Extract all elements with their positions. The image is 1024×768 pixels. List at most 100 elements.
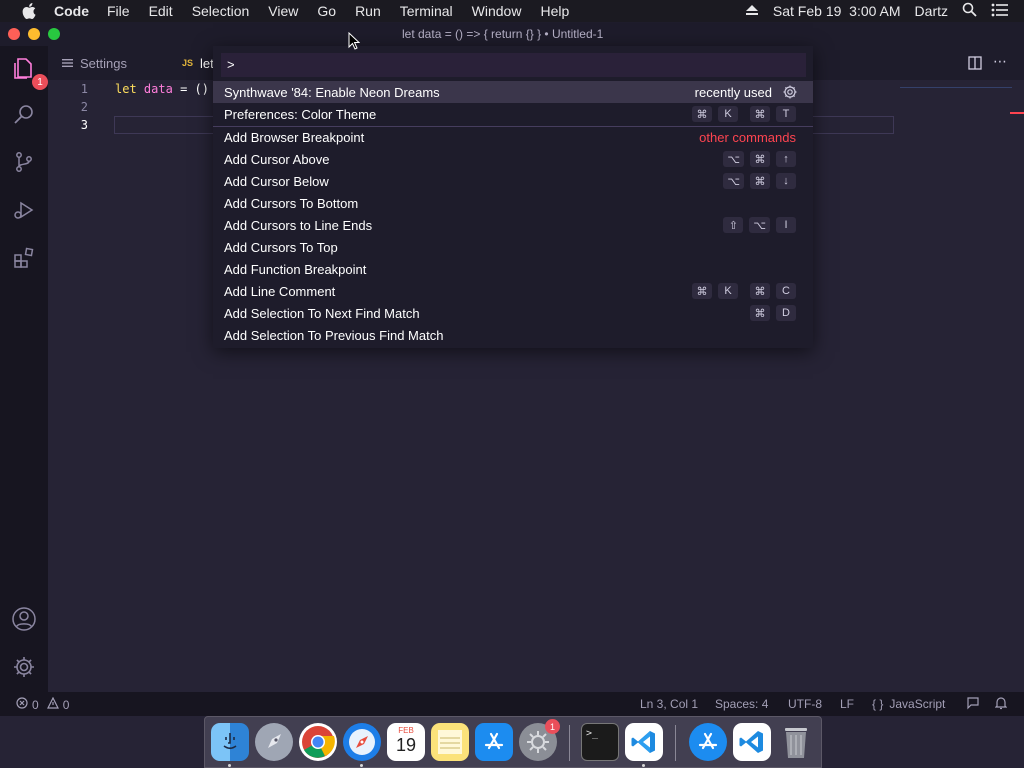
explorer-button[interactable]: 1 (8, 54, 48, 90)
command-item[interactable]: Add Selection To Previous Find Match (213, 324, 813, 346)
running-indicator (228, 764, 231, 767)
command-label: Synthwave '84: Enable Neon Dreams (224, 84, 440, 100)
menu-go[interactable]: Go (317, 3, 336, 19)
key: ⌥ (723, 173, 744, 189)
split-editor-icon[interactable] (968, 56, 982, 75)
window-title-bar: let data = () => { return {} } • Untitle… (0, 22, 1024, 46)
menu-app-name[interactable]: Code (54, 3, 89, 19)
keybinding: ⌘ K ⌘ T (692, 106, 796, 122)
run-debug-button[interactable] (8, 196, 40, 228)
app-store-icon[interactable] (475, 723, 513, 761)
warning-count: 0 (62, 697, 70, 712)
chrome-app-icon[interactable] (299, 723, 337, 761)
command-palette-input[interactable]: > (221, 53, 806, 77)
menu-run[interactable]: Run (355, 3, 381, 19)
status-bar: 0 0 Ln 3, Col 1 Spaces: 4 UTF-8 LF { } J… (0, 692, 1024, 716)
key: ⌘ (750, 173, 770, 189)
code-rest: = () (180, 82, 209, 96)
safari-app-icon[interactable] (343, 723, 381, 761)
menu-window[interactable]: Window (472, 3, 522, 19)
key: T (776, 106, 796, 122)
terminal-app-icon[interactable]: >_ (581, 723, 619, 761)
menu-help[interactable]: Help (540, 3, 569, 19)
menu-terminal[interactable]: Terminal (400, 3, 453, 19)
control-center-icon[interactable] (991, 3, 1009, 20)
eject-icon[interactable] (745, 3, 759, 19)
encoding[interactable]: UTF-8 (788, 697, 822, 711)
command-item[interactable]: Add Browser Breakpoint other commands (213, 126, 813, 148)
manage-button[interactable] (8, 653, 40, 685)
search-button[interactable] (8, 100, 40, 132)
tab-settings[interactable]: Settings (62, 46, 127, 80)
command-item[interactable]: Add Cursors to Line Ends ⇧ ⌥ I (213, 214, 813, 236)
spotlight-search-icon[interactable] (962, 2, 977, 20)
command-item[interactable]: Add Cursors To Bottom (213, 192, 813, 214)
notifications-bell-icon[interactable] (994, 696, 1008, 713)
system-preferences-icon[interactable]: 1 (519, 719, 560, 761)
command-item[interactable]: Add Cursors To Top (213, 236, 813, 258)
keybinding: ⌥ ⌘ ↑ (723, 151, 796, 167)
command-label: Add Cursor Above (224, 151, 330, 167)
menu-file[interactable]: File (107, 3, 130, 19)
notes-app-icon[interactable] (431, 723, 469, 761)
tab-untitled-label: let (200, 55, 214, 71)
command-item[interactable]: Add Cursor Below ⌥ ⌘ ↓ (213, 170, 813, 192)
feedback-icon[interactable] (966, 696, 980, 713)
command-item[interactable]: Add Line Comment ⌘ K ⌘ C (213, 280, 813, 302)
tab-untitled[interactable]: JS let (182, 46, 214, 80)
launchpad-app-icon[interactable] (255, 723, 293, 761)
menubar-user[interactable]: Dartz (915, 3, 948, 19)
command-item[interactable]: Synthwave '84: Enable Neon Dreams recent… (213, 81, 813, 103)
code-line-1[interactable]: let data = () (115, 82, 209, 96)
finder-app-icon[interactable] (211, 723, 249, 761)
command-label: Add Browser Breakpoint (224, 130, 365, 145)
activity-bar: 1 (0, 46, 48, 692)
vscode-app-icon[interactable] (625, 723, 663, 761)
dock: FEB 19 1 >_ (204, 716, 822, 768)
extensions-icon (12, 246, 36, 275)
keybinding: ⇧ ⌥ I (723, 217, 796, 233)
menu-edit[interactable]: Edit (149, 3, 173, 19)
key: C (776, 283, 796, 299)
terminal-prompt-icon: >_ (586, 728, 599, 739)
maximize-window-button[interactable] (48, 28, 60, 40)
indentation[interactable]: Spaces: 4 (715, 697, 768, 711)
more-actions-icon[interactable]: ⋯ (993, 53, 1007, 70)
tab-settings-label: Settings (80, 55, 127, 71)
command-item[interactable]: Add Cursor Above ⌥ ⌘ ↑ (213, 148, 813, 170)
calendar-day: 19 (395, 735, 417, 755)
extensions-button[interactable] (8, 244, 40, 276)
command-label: Add Cursors To Top (224, 239, 338, 255)
list-icon (62, 56, 73, 71)
calendar-app-icon[interactable]: FEB 19 (387, 723, 425, 761)
menu-selection[interactable]: Selection (192, 3, 250, 19)
source-control-button[interactable] (8, 148, 40, 180)
notification-badge: 1 (545, 719, 560, 734)
source-control-icon (12, 150, 36, 179)
accounts-button[interactable] (8, 605, 40, 637)
minimize-window-button[interactable] (28, 28, 40, 40)
menu-view[interactable]: View (268, 3, 298, 19)
command-item[interactable]: Add Selection To Next Find Match ⌘ D (213, 302, 813, 324)
apple-menu-icon[interactable] (20, 2, 38, 20)
problems-indicator[interactable]: 0 0 (16, 696, 70, 712)
close-window-button[interactable] (8, 28, 20, 40)
command-item[interactable]: Add Function Breakpoint (213, 258, 813, 280)
language-label: JavaScript (889, 697, 946, 711)
menubar-clock[interactable]: Sat Feb 19 3:00 AM (773, 3, 901, 19)
vscode-downloads-icon[interactable] (733, 723, 771, 761)
minimap[interactable] (900, 80, 1012, 88)
trash-icon[interactable] (777, 723, 815, 761)
language-mode[interactable]: { } JavaScript (872, 697, 945, 711)
calendar-month: FEB (398, 726, 414, 735)
command-item[interactable]: Preferences: Color Theme ⌘ K ⌘ T (213, 103, 813, 125)
cursor-position[interactable]: Ln 3, Col 1 (640, 697, 698, 711)
end-of-line[interactable]: LF (840, 697, 854, 711)
app-store-downloads-icon[interactable] (689, 723, 727, 761)
configure-keybinding-gear-icon[interactable] (783, 85, 797, 99)
gear-icon (12, 655, 36, 684)
error-icon (16, 697, 28, 712)
command-label: Add Cursor Below (224, 173, 329, 189)
running-indicator (642, 764, 645, 767)
command-palette: > Synthwave '84: Enable Neon Dreams rece… (213, 46, 813, 348)
